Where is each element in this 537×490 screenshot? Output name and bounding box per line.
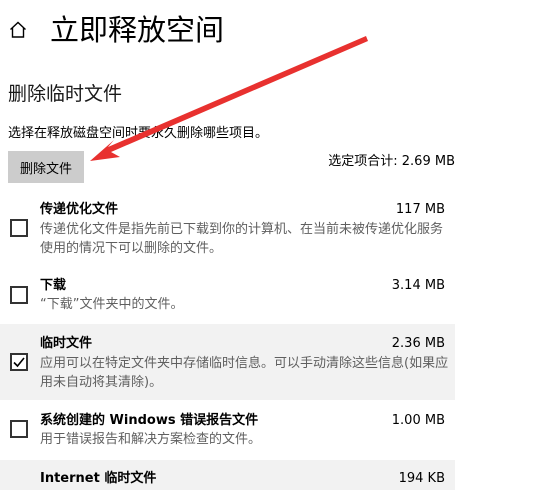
list-item-delivery-optimization[interactable]: 传递优化文件 117 MB 传递优化文件是指先前已下载到你的计算机、在当前未被传…: [0, 196, 455, 260]
item-size: 117 MB: [395, 202, 445, 217]
check-icon: [13, 357, 25, 368]
item-name: 下载: [40, 278, 67, 293]
item-size: 3.14 MB: [391, 278, 445, 293]
section-title: 删除临时文件: [8, 83, 123, 105]
item-size: 1.00 MB: [391, 413, 445, 428]
checkbox[interactable]: [10, 219, 28, 237]
item-size: 194 KB: [398, 471, 445, 486]
item-description: 应用可以在特定文件夹中存储临时信息。可以手动清除这些信息(如果应用未自动将其清除…: [40, 356, 449, 390]
page-title: 立即释放空间: [50, 13, 225, 47]
item-size: 2.36 MB: [391, 336, 445, 351]
item-name: 传递优化文件: [40, 202, 119, 217]
list-item-internet-temp-files[interactable]: Internet 临时文件 194 KB: [0, 460, 455, 490]
item-description: 用于错误报告和解决方案检查的文件。: [40, 432, 262, 447]
list-item-temporary-files[interactable]: 临时文件 2.36 MB 应用可以在特定文件夹中存储临时信息。可以手动清除这些信…: [0, 324, 455, 400]
list-item-windows-error-reports[interactable]: 系统创建的 Windows 错误报告文件 1.00 MB 用于错误报告和解决方案…: [0, 406, 455, 452]
checkbox[interactable]: [10, 420, 28, 438]
item-name: 系统创建的 Windows 错误报告文件: [40, 413, 259, 428]
instruction-text: 选择在释放磁盘空间时要永久删除哪些项目。: [8, 126, 269, 141]
item-description: 传递优化文件是指先前已下载到你的计算机、在当前未被传递优化服务使用的情况下可以删…: [40, 222, 444, 256]
checkbox[interactable]: [10, 286, 28, 304]
checkbox-checked[interactable]: [10, 353, 28, 371]
selected-total: 选定项合计: 2.69 MB: [328, 154, 455, 169]
item-description: “下载”文件夹中的文件。: [40, 297, 184, 312]
item-name: Internet 临时文件: [40, 471, 157, 486]
list-item-downloads[interactable]: 下载 3.14 MB “下载”文件夹中的文件。: [0, 272, 455, 318]
delete-files-button[interactable]: 删除文件: [8, 151, 84, 183]
home-icon[interactable]: [8, 20, 28, 40]
item-name: 临时文件: [40, 336, 93, 351]
